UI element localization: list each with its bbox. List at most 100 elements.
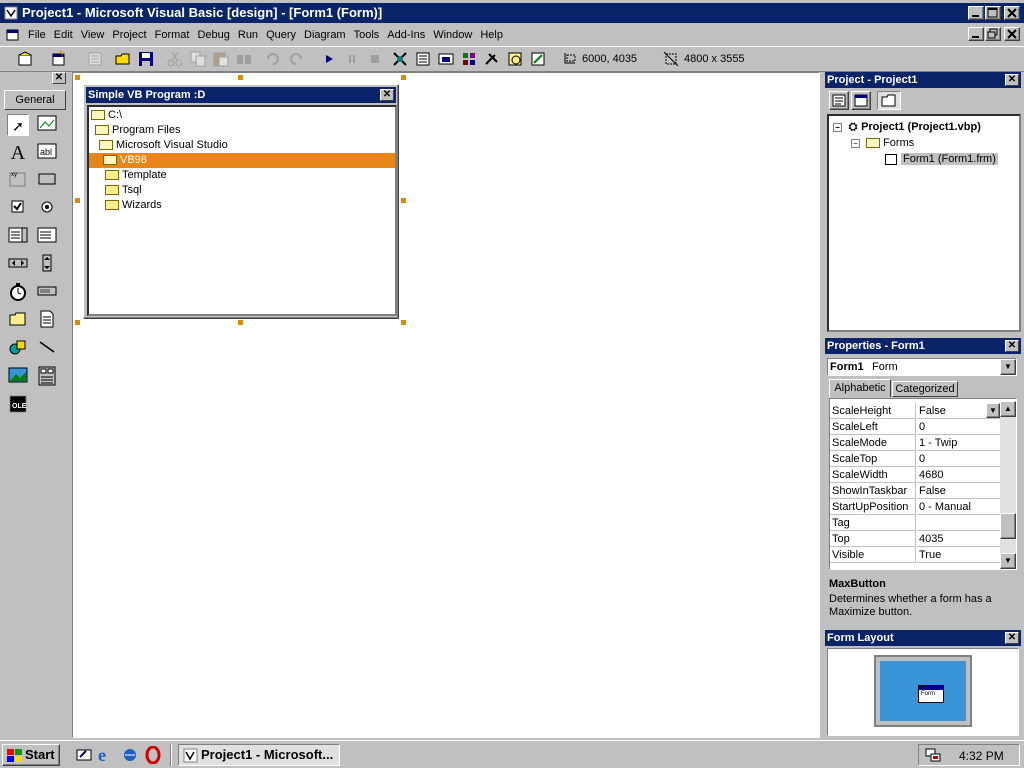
resize-handle-top-middle[interactable]: [238, 75, 243, 80]
properties-window-icon[interactable]: [414, 50, 432, 68]
toolbox-icon[interactable]: [483, 50, 501, 68]
form-layout-canvas[interactable]: Form: [827, 648, 1019, 736]
form-doc-icon[interactable]: [6, 28, 20, 42]
resize-handle-middle-left[interactable]: [75, 198, 80, 203]
textbox-tool-icon[interactable]: abl: [36, 142, 58, 164]
project-panel-close-button[interactable]: ✕: [1005, 74, 1019, 86]
project-panel-title[interactable]: Project - Project1 ✕: [825, 72, 1021, 88]
open-project-icon[interactable]: [114, 50, 132, 68]
undo-icon[interactable]: [264, 50, 282, 68]
optionbutton-tool-icon[interactable]: [36, 198, 58, 220]
object-dropdown-icon[interactable]: ▼: [1000, 359, 1016, 375]
property-row-visible[interactable]: Visible True: [830, 547, 1000, 563]
property-row-top[interactable]: Top 4035: [830, 531, 1000, 547]
hscrollbar-tool-icon[interactable]: [7, 254, 29, 276]
timer-tool-icon[interactable]: [7, 282, 29, 304]
picturebox-tool-icon[interactable]: [36, 114, 58, 136]
property-grid[interactable]: ScaleHeight False ScaleLeft 0 ScaleMode 1 -…: [829, 398, 1017, 570]
tab-categorized[interactable]: Categorized: [892, 381, 958, 397]
object-browser-icon[interactable]: [460, 50, 478, 68]
toggle-folders-icon[interactable]: [877, 91, 901, 110]
combobox-tool-icon[interactable]: [7, 226, 29, 248]
menu-diagram[interactable]: Diagram: [300, 26, 350, 44]
find-icon[interactable]: [235, 50, 253, 68]
property-row-scalewidth[interactable]: ScaleWidth 4680: [830, 467, 1000, 483]
ole-tool-icon[interactable]: OLE: [7, 394, 29, 416]
resize-handle-bottom-middle[interactable]: [238, 320, 243, 325]
menu-editor-icon[interactable]: [86, 50, 104, 68]
form1-title-bar[interactable]: Simple VB Program :D ✕: [86, 87, 396, 103]
form-layout-title[interactable]: Form Layout ✕: [825, 630, 1021, 646]
menu-query[interactable]: Query: [262, 26, 300, 44]
property-row-scaleleft[interactable]: ScaleLeft 0: [830, 419, 1000, 435]
menu-window[interactable]: Window: [429, 26, 476, 44]
dir-item-wizards[interactable]: Wizards: [105, 198, 162, 213]
properties-panel-title[interactable]: Properties - Form1 ✕: [825, 338, 1021, 354]
resize-handle-top-left[interactable]: [75, 75, 80, 80]
project-explorer-icon[interactable]: [391, 50, 409, 68]
start-icon[interactable]: [320, 50, 338, 68]
resize-handle-bottom-right[interactable]: [401, 320, 406, 325]
property-row-scaleheight[interactable]: ScaleHeight False: [830, 403, 1000, 419]
mdi-minimize-button[interactable]: [968, 27, 984, 41]
toolbox-tab-general[interactable]: General: [4, 90, 66, 110]
filelistbox-tool-icon[interactable]: [36, 310, 58, 332]
menu-help[interactable]: Help: [476, 26, 507, 44]
drivelistbox-tool-icon[interactable]: [36, 282, 58, 304]
paste-icon[interactable]: [212, 50, 230, 68]
opera-icon[interactable]: [145, 745, 161, 765]
view-code-icon[interactable]: [829, 91, 849, 110]
vb-app-icon[interactable]: [4, 6, 18, 20]
add-form-icon[interactable]: [50, 50, 68, 68]
project-tree-root[interactable]: − ⛭ Project1 (Project1.vbp): [833, 120, 981, 135]
label-tool-icon[interactable]: A: [7, 142, 29, 164]
maximize-button[interactable]: [985, 6, 1001, 20]
property-row-tag[interactable]: Tag: [830, 515, 1000, 531]
end-icon[interactable]: [366, 50, 384, 68]
minimize-button[interactable]: [968, 6, 984, 20]
cut-icon[interactable]: [166, 50, 184, 68]
internet-explorer-icon[interactable]: e: [98, 746, 116, 764]
properties-panel-close-button[interactable]: ✕: [1005, 340, 1019, 352]
show-desktop-icon[interactable]: [76, 747, 92, 763]
data-view-icon[interactable]: [506, 50, 524, 68]
main-title-bar[interactable]: Project1 - Microsoft Visual Basic [desig…: [0, 3, 1024, 23]
collapse-icon[interactable]: −: [851, 138, 860, 148]
resize-handle-middle-right[interactable]: [401, 198, 406, 203]
vscrollbar-tool-icon[interactable]: [36, 254, 58, 276]
taskbar-vb-project-button[interactable]: Project1 - Microsoft...: [178, 744, 340, 766]
menu-addins[interactable]: Add-Ins: [383, 26, 429, 44]
menu-view[interactable]: View: [77, 26, 109, 44]
dirlistbox-tool-icon[interactable]: [7, 310, 29, 332]
collapse-icon[interactable]: −: [833, 122, 842, 132]
data-tool-icon[interactable]: [36, 366, 58, 388]
scroll-thumb[interactable]: [1000, 513, 1016, 539]
property-row-scaletop[interactable]: ScaleTop 0: [830, 451, 1000, 467]
dir-item-template[interactable]: Template: [105, 168, 167, 183]
checkbox-tool-icon[interactable]: [7, 198, 29, 220]
close-button[interactable]: [1004, 6, 1020, 20]
commandbutton-tool-icon[interactable]: [36, 170, 58, 192]
shape-tool-icon[interactable]: [7, 338, 29, 360]
outlook-express-icon[interactable]: [122, 747, 138, 763]
project-tree-forms-folder[interactable]: − Forms: [851, 136, 914, 151]
break-icon[interactable]: [343, 50, 361, 68]
scroll-down-icon[interactable]: ▼: [1000, 553, 1016, 569]
view-object-icon[interactable]: [851, 91, 871, 110]
form1-window[interactable]: Simple VB Program :D ✕ C:\ Program Files…: [83, 84, 399, 319]
mdi-restore-button[interactable]: [985, 27, 1001, 41]
property-grid-scrollbar[interactable]: ▲ ▼: [1000, 401, 1016, 569]
dir-list-box[interactable]: C:\ Program Files Microsoft Visual Studi…: [87, 105, 397, 316]
form-layout-close-button[interactable]: ✕: [1005, 632, 1019, 644]
line-tool-icon[interactable]: [36, 338, 58, 360]
project-tree-form1[interactable]: Form1 (Form1.frm): [885, 152, 998, 167]
clock[interactable]: 4:32 PM: [959, 749, 1004, 763]
menu-tools[interactable]: Tools: [350, 26, 384, 44]
property-row-showintaskbar[interactable]: ShowInTaskbar False: [830, 483, 1000, 499]
network-icon[interactable]: [925, 747, 941, 763]
redo-icon[interactable]: [287, 50, 305, 68]
form-designer-area[interactable]: Simple VB Program :D ✕ C:\ Program Files…: [72, 72, 820, 738]
mdi-close-button[interactable]: [1004, 27, 1020, 41]
menu-project[interactable]: Project: [108, 26, 150, 44]
resize-handle-bottom-left[interactable]: [75, 320, 80, 325]
